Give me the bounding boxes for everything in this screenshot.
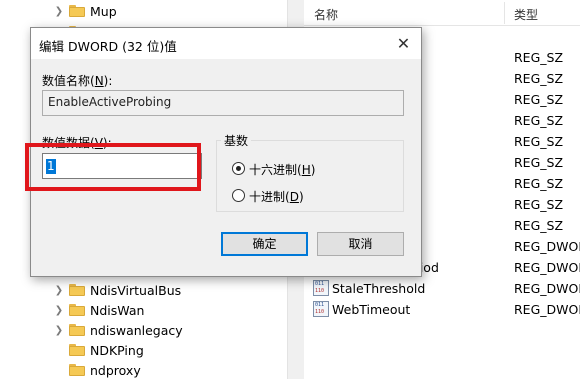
- tree-item-mup[interactable]: ❯ Mup: [52, 1, 117, 21]
- dword-value-icon: [313, 280, 329, 296]
- chevron-right-icon[interactable]: ❯: [52, 305, 66, 316]
- tree-item-ndproxy[interactable]: ndproxy: [52, 360, 141, 379]
- value-type: REG_SZ: [514, 134, 564, 149]
- list-row[interactable]: WebTimeout REG_DWORD: [304, 299, 580, 320]
- cancel-button[interactable]: 取消: [317, 232, 404, 256]
- dialog-titlebar[interactable]: 编辑 DWORD (32 位)值 ✕: [31, 28, 421, 59]
- chevron-right-icon[interactable]: ❯: [52, 285, 66, 296]
- base-group-label: 基数: [221, 132, 252, 149]
- folder-icon: [69, 324, 85, 336]
- highlight-box: [25, 143, 201, 191]
- tree-item-label: ndiswanlegacy: [90, 322, 183, 338]
- column-header-name[interactable]: 名称: [314, 6, 338, 23]
- value-type: REG_SZ: [514, 176, 564, 191]
- value-name: WebTimeout: [332, 302, 411, 317]
- value-type: REG_SZ: [514, 92, 564, 107]
- tree-item-label: NDKPing: [90, 342, 144, 358]
- value-type: REG_DWORD: [514, 302, 580, 317]
- tree-item-label: NdisWan: [90, 302, 145, 318]
- tree-item-ndkping[interactable]: NDKPing: [52, 340, 144, 360]
- value-name: StaleThreshold: [332, 281, 426, 296]
- hex-radio[interactable]: [232, 162, 245, 175]
- tree-item-label: ndproxy: [90, 362, 141, 378]
- value-type: REG_SZ: [514, 197, 564, 212]
- list-header: 名称 类型: [304, 0, 580, 26]
- decimal-radio[interactable]: [232, 189, 245, 202]
- folder-icon: [69, 304, 85, 316]
- column-divider[interactable]: [504, 2, 505, 24]
- tree-item-label: NdisVirtualBus: [90, 282, 182, 298]
- decimal-radio-label[interactable]: 十进制(D): [249, 188, 304, 205]
- folder-icon: [69, 5, 85, 17]
- value-name-field[interactable]: EnableActiveProbing: [42, 90, 404, 116]
- column-header-type[interactable]: 类型: [514, 6, 538, 23]
- tree-item-ndisvirtualbus[interactable]: ❯ NdisVirtualBus: [52, 280, 181, 300]
- value-type: REG_SZ: [514, 50, 564, 65]
- dword-value-icon: [313, 301, 329, 317]
- value-name-label: 数值名称(N):: [42, 74, 113, 88]
- folder-icon: [69, 364, 85, 376]
- hex-radio-label[interactable]: 十六进制(H): [249, 161, 315, 178]
- tree-item-label: Mup: [90, 3, 117, 19]
- list-row[interactable]: StaleThreshold REG_DWORD: [304, 278, 580, 299]
- folder-icon: [69, 344, 85, 356]
- close-icon[interactable]: ✕: [386, 28, 421, 59]
- tree-item-ndiswan[interactable]: ❯ NdisWan: [52, 300, 145, 320]
- value-type: REG_SZ: [514, 71, 564, 86]
- dialog-title: 编辑 DWORD (32 位)值: [39, 39, 177, 54]
- chevron-right-icon[interactable]: ❯: [52, 6, 66, 17]
- value-type: REG_DWORD: [514, 281, 580, 296]
- ok-button[interactable]: 确定: [221, 232, 308, 256]
- value-type: REG_DWORD: [514, 239, 580, 254]
- value-type: REG_DWORD: [514, 260, 580, 275]
- value-type: REG_SZ: [514, 155, 564, 170]
- folder-icon: [69, 284, 85, 296]
- chevron-right-icon[interactable]: ❯: [52, 325, 66, 336]
- value-type: REG_SZ: [514, 113, 564, 128]
- value-type: REG_SZ: [514, 218, 564, 233]
- tree-item-ndiswanlegacy[interactable]: ❯ ndiswanlegacy: [52, 320, 183, 340]
